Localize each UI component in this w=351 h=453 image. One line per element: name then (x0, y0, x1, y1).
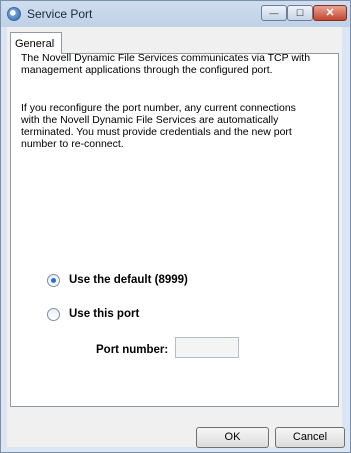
window-title: Service Port (27, 7, 93, 21)
minimize-button[interactable]: — (261, 5, 287, 21)
service-port-icon (7, 7, 21, 21)
minimize-icon: — (269, 8, 279, 18)
tab-general[interactable]: General (10, 32, 62, 54)
close-icon: ✕ (325, 7, 335, 19)
port-number-field[interactable] (175, 337, 239, 358)
maximize-icon: ☐ (295, 8, 305, 18)
title-bar: Service Port — ☐ ✕ (1, 1, 350, 27)
use-default-radio[interactable] (47, 273, 60, 287)
description-paragraph-1: The Novell Dynamic File Services communi… (21, 52, 311, 76)
close-button[interactable]: ✕ (313, 5, 347, 21)
cancel-button[interactable]: Cancel (275, 427, 345, 448)
use-this-port-label[interactable]: Use this port (69, 308, 139, 320)
use-default-option[interactable]: Use the default (8999) (47, 272, 188, 288)
use-default-label[interactable]: Use the default (8999) (69, 274, 188, 286)
port-number-label: Port number: (96, 344, 169, 356)
use-this-port-option[interactable]: Use this port (47, 306, 139, 322)
ok-button[interactable]: OK (196, 427, 269, 448)
description-paragraph-2: If you reconfigure the port number, any … (21, 102, 296, 150)
use-this-port-radio[interactable] (47, 307, 60, 321)
maximize-button[interactable]: ☐ (287, 5, 313, 21)
